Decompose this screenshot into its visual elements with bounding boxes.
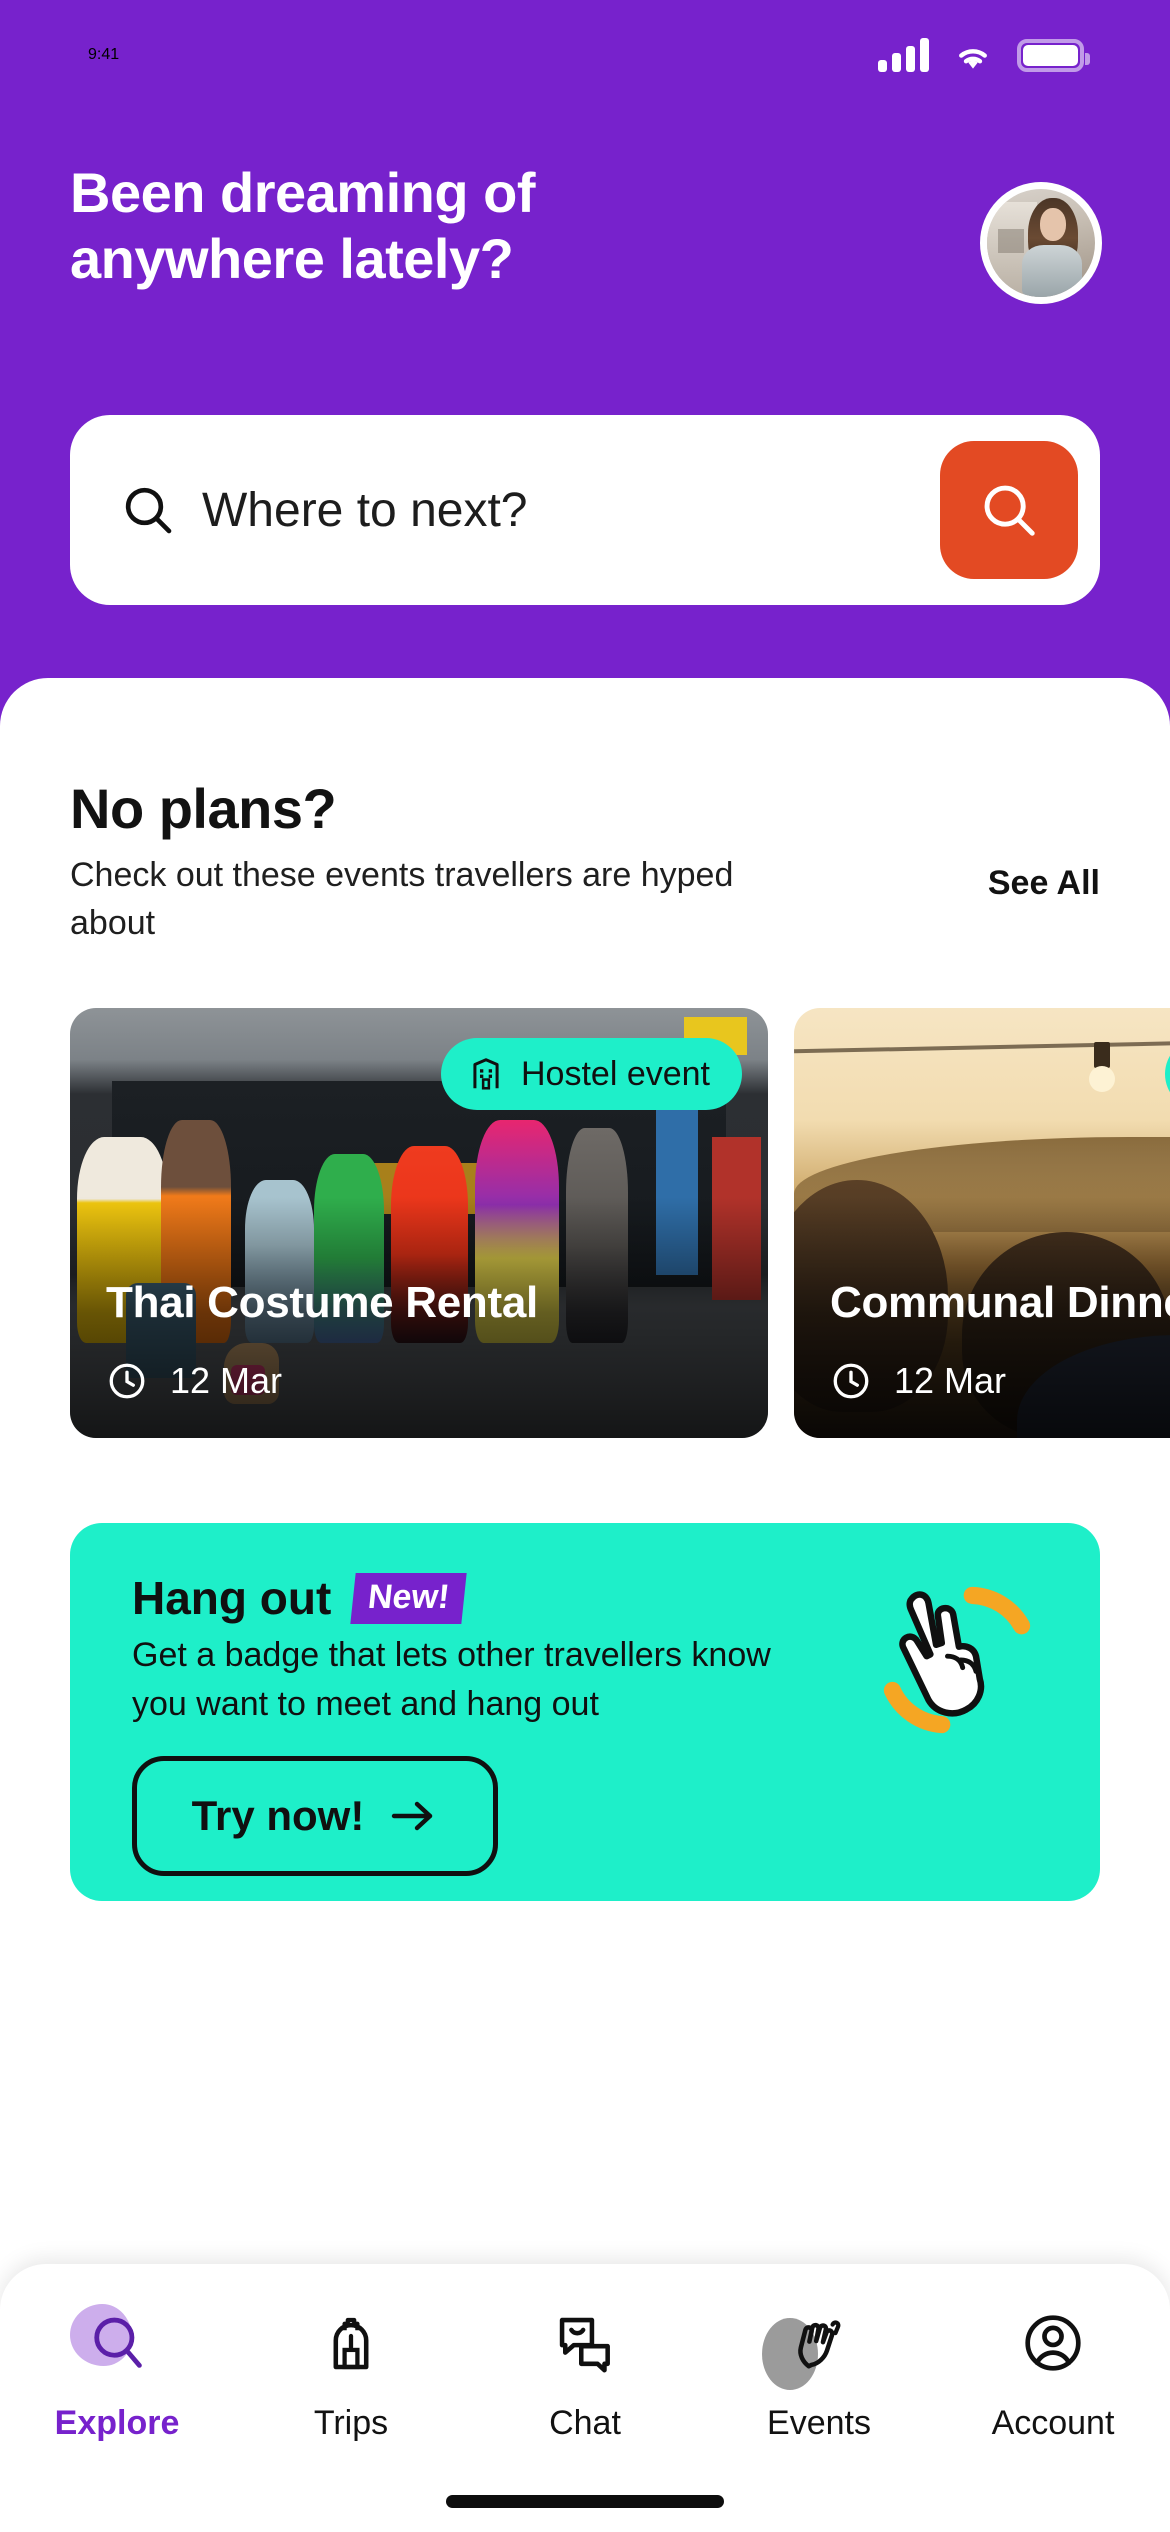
search-icon: [70, 2300, 160, 2386]
nav-item-trips[interactable]: Trips: [234, 2300, 468, 2443]
section-subtitle: Check out these events travellers are hy…: [70, 856, 734, 943]
nav-item-chat[interactable]: Chat: [468, 2300, 702, 2443]
hangout-title: Hang out: [132, 1572, 332, 1624]
nav-item-explore[interactable]: Explore: [0, 2300, 234, 2443]
search-submit-button[interactable]: [940, 441, 1078, 579]
wifi-icon: [959, 49, 987, 69]
search-icon: [984, 485, 1035, 536]
section-title: No plans?: [70, 777, 337, 840]
event-date-label: 12 Mar: [170, 1360, 283, 1401]
event-title: Thai Costume Rental: [106, 1278, 538, 1327]
nav-item-account[interactable]: Account: [936, 2300, 1170, 2443]
search-icon: [125, 487, 172, 534]
event-date-label: 12 Mar: [894, 1360, 1007, 1401]
events-section-text: No plans? Check out these events travell…: [70, 776, 770, 948]
event-card[interactable]: Hostel event Communal Dinner 12 Mar: [794, 1008, 1170, 1438]
clock-icon: [833, 1363, 869, 1399]
status-bar: 9:41: [0, 0, 1170, 110]
arrow-right-icon: [392, 1801, 433, 1830]
nav-item-events[interactable]: Events: [702, 2300, 936, 2443]
nav-label: Account: [991, 2404, 1115, 2442]
nav-label: Events: [767, 2404, 871, 2442]
battery-full-icon: [1017, 38, 1090, 72]
cellular-signal-icon: [878, 38, 929, 72]
profile-avatar[interactable]: [980, 182, 1102, 304]
nav-label: Explore: [54, 2404, 180, 2442]
event-date: 12 Mar: [106, 1360, 282, 1402]
waving-hands-icon: [762, 2300, 862, 2390]
try-now-label: Try now!: [191, 1791, 365, 1839]
event-date: 12 Mar: [830, 1360, 1006, 1402]
search-input[interactable]: [202, 482, 940, 538]
try-now-button[interactable]: Try now!: [132, 1755, 498, 1876]
content-sheet: No plans? Check out these events travell…: [0, 678, 1170, 2532]
events-section-header: No plans? Check out these events travell…: [70, 776, 1100, 948]
hangout-promo-card[interactable]: Hang out New! Get a badge that lets othe…: [70, 1523, 1100, 1901]
new-badge: New!: [350, 1572, 468, 1624]
status-bar-icons: [878, 38, 1090, 72]
event-type-badge: Hostel event: [441, 1038, 742, 1110]
event-title: Communal Dinner: [830, 1278, 1170, 1327]
status-bar-time: 9:41: [88, 46, 120, 63]
home-indicator: [446, 2495, 724, 2508]
events-carousel[interactable]: Hostel event Thai Costume Rental 12 Mar: [0, 1008, 1170, 1438]
shaka-hand-icon: [862, 1565, 1052, 1755]
see-all-link[interactable]: See All: [988, 864, 1100, 903]
nav-label: Chat: [549, 2404, 621, 2442]
clock-icon: [109, 1363, 145, 1399]
header: Been dreaming of anywhere lately?: [0, 160, 1170, 304]
hangout-description: Get a badge that lets other travellers k…: [132, 1636, 771, 1724]
page-title: Been dreaming of anywhere lately?: [70, 161, 535, 290]
hostel-icon: [473, 1058, 499, 1090]
nav-label: Trips: [313, 2404, 389, 2442]
user-circle-icon: [1010, 2300, 1096, 2386]
event-card[interactable]: Hostel event Thai Costume Rental 12 Mar: [70, 1008, 768, 1438]
bottom-navigation: Explore Trips Chat Events Account: [0, 2264, 1170, 2532]
backpack-icon: [308, 2300, 394, 2386]
app-screen: 9:41 Been dreaming of anywhere lately? W…: [0, 0, 1170, 2532]
event-type-badge-label: Hostel event: [521, 1054, 710, 1093]
chat-bubbles-icon: [542, 2300, 628, 2386]
search-bar[interactable]: [70, 415, 1100, 605]
